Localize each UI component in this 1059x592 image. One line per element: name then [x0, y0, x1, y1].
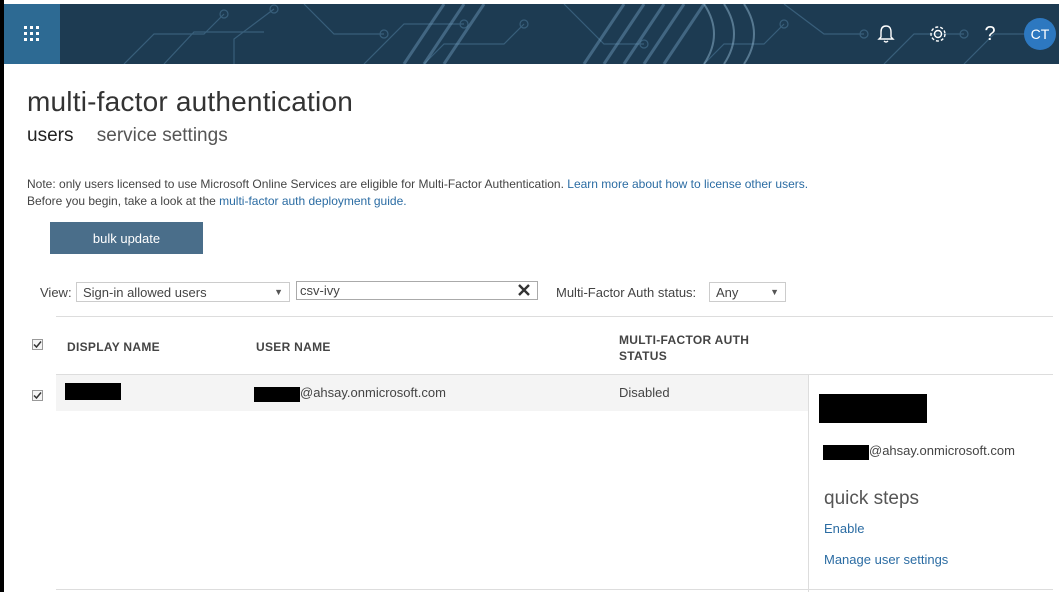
- mfa-status-label: Multi-Factor Auth status:: [556, 285, 697, 300]
- column-header-display-name[interactable]: DISPLAY NAME: [67, 340, 160, 354]
- note-line2-text: Before you begin, take a look at the: [27, 194, 216, 208]
- table-bottom-divider: [56, 589, 1053, 590]
- manage-user-settings-link[interactable]: Manage user settings: [824, 552, 948, 567]
- enable-mfa-link[interactable]: Enable: [824, 521, 864, 536]
- window-left-border: [0, 0, 4, 592]
- bulk-update-button[interactable]: bulk update: [50, 222, 203, 254]
- mfa-status-header-line2: STATUS: [619, 349, 668, 363]
- mfa-status-select[interactable]: Any ▼: [709, 282, 786, 302]
- redacted-selected-username: [823, 445, 869, 460]
- waffle-grid-icon: [24, 26, 39, 41]
- dropdown-arrow-icon: ▼: [274, 287, 283, 297]
- circuit-background-pattern: [123, 4, 1044, 64]
- selected-user-domain: @ahsay.onmicrosoft.com: [869, 443, 1015, 458]
- redacted-username: [254, 387, 300, 402]
- view-label: View:: [40, 285, 72, 300]
- question-icon: ?: [984, 22, 996, 45]
- settings-button[interactable]: [924, 20, 952, 48]
- mfa-status-select-value: Any: [716, 284, 739, 300]
- redacted-selected-user-name: [819, 394, 927, 423]
- row-user-domain: @ahsay.onmicrosoft.com: [300, 385, 446, 400]
- select-all-checkbox[interactable]: [32, 339, 43, 350]
- page-title: multi-factor authentication: [27, 86, 354, 117]
- note-line1-text: Note: only users licensed to use Microso…: [27, 177, 564, 191]
- table-top-divider: [56, 316, 1053, 317]
- checkmark-icon: [33, 392, 42, 400]
- app-launcher-button[interactable]: [4, 4, 60, 64]
- license-help-link[interactable]: Learn more about how to license other us…: [567, 177, 808, 191]
- row-checkbox[interactable]: [32, 390, 43, 401]
- redacted-display-name: [65, 383, 121, 400]
- column-header-user-name[interactable]: USER NAME: [256, 340, 331, 354]
- deployment-guide-link[interactable]: multi-factor auth deployment guide.: [219, 194, 406, 208]
- page-tabs: users service settings: [27, 125, 246, 147]
- license-note: Note: only users licensed to use Microso…: [27, 176, 808, 210]
- row-mfa-status: Disabled: [619, 385, 670, 400]
- user-avatar[interactable]: CT: [1024, 18, 1056, 50]
- tab-users[interactable]: users: [27, 125, 73, 146]
- view-select-value: Sign-in allowed users: [83, 284, 207, 300]
- clear-search-button[interactable]: [514, 280, 534, 300]
- bell-icon: [877, 25, 895, 43]
- search-input[interactable]: csv-ivy: [296, 281, 538, 300]
- checkmark-icon: [33, 341, 42, 349]
- dropdown-arrow-icon: ▼: [770, 287, 779, 297]
- tab-service-settings[interactable]: service settings: [97, 125, 228, 146]
- view-select[interactable]: Sign-in allowed users ▼: [76, 282, 290, 302]
- mfa-status-header-line1: MULTI-FACTOR AUTH: [619, 333, 750, 347]
- search-input-value: csv-ivy: [300, 283, 340, 298]
- notifications-button[interactable]: [872, 20, 900, 48]
- gear-icon: [930, 26, 946, 42]
- quick-steps-heading: quick steps: [824, 488, 920, 509]
- top-navigation-bar: ? CT: [4, 4, 1059, 64]
- close-icon: [518, 284, 530, 296]
- help-button[interactable]: ?: [976, 20, 1004, 48]
- column-header-mfa-status[interactable]: MULTI-FACTOR AUTH STATUS: [619, 332, 749, 364]
